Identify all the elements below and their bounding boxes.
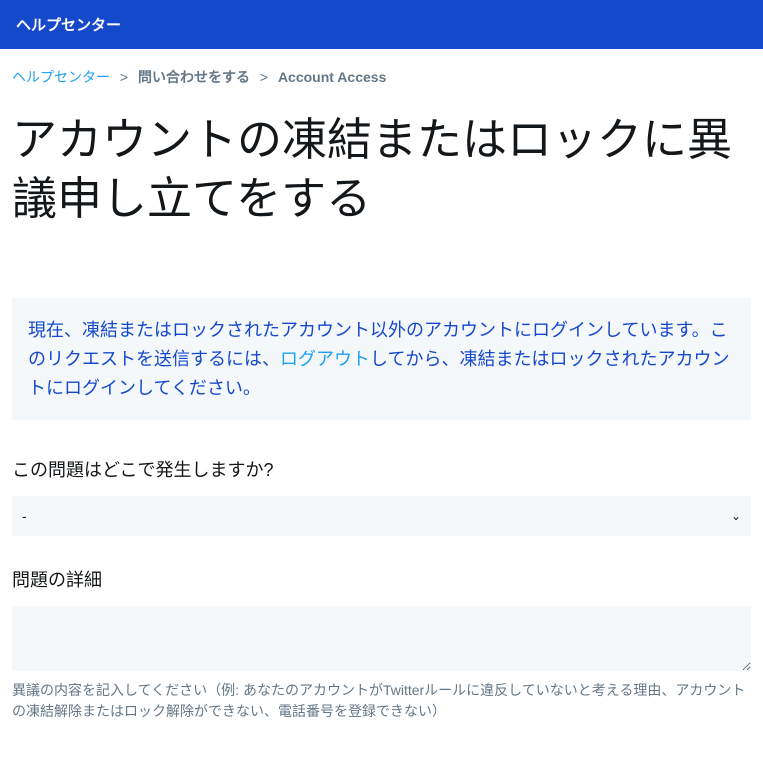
breadcrumb-separator: > xyxy=(260,69,268,85)
breadcrumb-current: Account Access xyxy=(278,69,386,85)
details-help-text: 異議の内容を記入してください（例: あなたのアカウントがTwitterルールに違… xyxy=(12,680,751,722)
header-bar: ヘルプセンター xyxy=(0,0,763,49)
logout-link[interactable]: ログアウト xyxy=(280,349,370,369)
location-select[interactable]: - xyxy=(12,496,751,536)
details-textarea[interactable] xyxy=(12,606,751,671)
breadcrumb-contact: 問い合わせをする xyxy=(138,69,250,85)
page-title: アカウントの凍結またはロックに異議申し立てをする xyxy=(12,111,751,228)
breadcrumb-separator: > xyxy=(120,69,128,85)
location-label: この問題はどこで発生しますか? xyxy=(12,456,751,482)
breadcrumb: ヘルプセンター > 問い合わせをする > Account Access xyxy=(0,49,763,101)
breadcrumb-help-center[interactable]: ヘルプセンター xyxy=(12,69,110,85)
location-select-wrapper: - ⌄ xyxy=(12,496,751,536)
login-notice: 現在、凍結またはロックされたアカウント以外のアカウントにログインしています。この… xyxy=(12,298,751,420)
form-group-location: この問題はどこで発生しますか? - ⌄ xyxy=(12,456,751,536)
header-title: ヘルプセンター xyxy=(16,17,121,34)
form-group-details: 問題の詳細 異議の内容を記入してください（例: あなたのアカウントがTwitte… xyxy=(12,566,751,722)
main-content: アカウントの凍結またはロックに異議申し立てをする 現在、凍結またはロックされたア… xyxy=(0,101,763,772)
details-label: 問題の詳細 xyxy=(12,566,751,592)
